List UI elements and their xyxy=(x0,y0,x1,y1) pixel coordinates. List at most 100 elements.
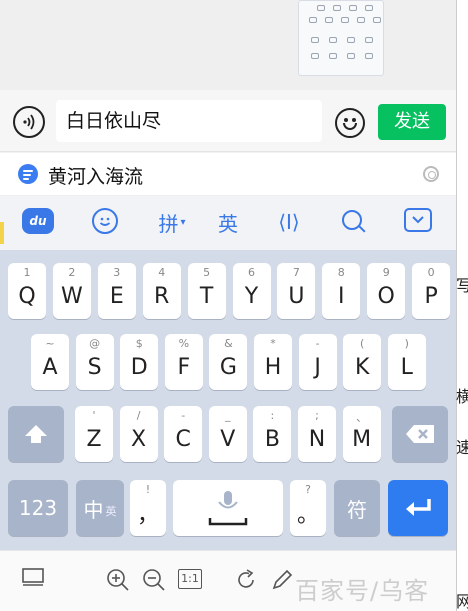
emoji-eye xyxy=(344,118,348,122)
en-small-label: 英 xyxy=(105,505,117,518)
gear-icon[interactable] xyxy=(423,166,439,182)
zh-label: 中 xyxy=(83,497,104,522)
thumb-icon xyxy=(373,17,381,23)
key-sub-label: ~ xyxy=(45,337,55,350)
emoji-eye xyxy=(352,118,356,122)
thumb-icon xyxy=(365,5,373,11)
key-x[interactable]: / X xyxy=(119,406,158,462)
key-k[interactable]: (K xyxy=(343,334,382,390)
chat-history xyxy=(0,0,456,90)
hide-keyboard-icon[interactable] xyxy=(404,208,432,232)
key-label: F xyxy=(177,354,191,380)
send-button[interactable]: 发送 xyxy=(378,104,446,140)
key-d[interactable]: $ D xyxy=(120,334,159,390)
baidu-logo-icon[interactable]: du xyxy=(22,208,54,234)
shift-key[interactable] xyxy=(8,406,64,462)
enter-key[interactable] xyxy=(388,480,448,536)
key-o[interactable]: 9O xyxy=(367,263,406,319)
key-label: W xyxy=(61,283,83,309)
key-q[interactable]: 1Q xyxy=(8,263,46,319)
key-h[interactable]: * H xyxy=(254,334,292,390)
key-label: U xyxy=(288,283,305,309)
background-char: 横 xyxy=(456,387,468,406)
key-y[interactable]: 6Y xyxy=(232,263,271,319)
thumb-icon xyxy=(347,53,355,59)
thumb-icon xyxy=(317,5,325,11)
rotate-icon[interactable] xyxy=(234,568,258,597)
key-sub-label: 5 xyxy=(203,266,211,279)
language-switch-key[interactable]: 中 英 xyxy=(76,480,124,536)
key-sub-label: % xyxy=(178,337,190,350)
thumb-icon xyxy=(347,37,355,43)
key-sub-label: : xyxy=(270,409,275,422)
key-label: R xyxy=(154,283,170,309)
key-m[interactable]: 、 M xyxy=(342,406,381,462)
thumb-icon xyxy=(365,53,373,59)
backspace-key[interactable] xyxy=(392,406,448,462)
zoom-out-icon[interactable] xyxy=(142,568,166,597)
key-i[interactable]: 8I xyxy=(322,263,361,319)
key-g[interactable]: & G xyxy=(209,334,248,390)
key-sub-label: 6 xyxy=(248,266,255,279)
key-sub-label: ' xyxy=(92,409,96,422)
thumb-icon xyxy=(309,17,317,23)
background-char: 速 xyxy=(456,438,468,457)
ai-suggestion-icon xyxy=(18,164,38,184)
voice-input-button[interactable] xyxy=(13,106,45,138)
emoji-panel-icon[interactable] xyxy=(92,208,118,234)
key-l[interactable]: ) L xyxy=(387,334,426,390)
background-char: 网 xyxy=(456,592,468,611)
message-input[interactable]: 白日依山尽 xyxy=(56,100,322,142)
key-s[interactable]: @ S xyxy=(75,334,114,390)
background-highlight xyxy=(0,222,4,244)
key-w[interactable]: 2W xyxy=(52,263,91,319)
numeric-keyboard-key[interactable]: 123 xyxy=(8,480,68,536)
key-sub-label: 1 xyxy=(23,266,31,279)
zoom-in-icon[interactable] xyxy=(106,568,130,597)
pinyin-mode-button[interactable]: 拼 ▾ xyxy=(152,208,192,236)
key-a[interactable]: ~ A xyxy=(31,334,69,390)
key-t[interactable]: 5T xyxy=(187,263,226,319)
key-f[interactable]: % F xyxy=(164,334,203,390)
key-sub-label: $ xyxy=(135,337,143,350)
key-n[interactable]: ; N xyxy=(298,406,336,462)
search-icon[interactable] xyxy=(340,208,366,234)
key-p[interactable]: 0P xyxy=(412,263,451,319)
key-e[interactable]: 3E xyxy=(97,263,136,319)
layout-icon[interactable] xyxy=(22,568,44,593)
thumb-icon xyxy=(349,5,357,11)
cursor-control-icon[interactable]: ⟨I⟩ xyxy=(275,208,303,236)
key-sub-label: ; xyxy=(315,409,319,422)
key-z[interactable]: ' Z xyxy=(75,406,113,462)
key-sub-label: - xyxy=(315,337,320,350)
thumb-icon xyxy=(333,5,341,11)
key-sub-label: - xyxy=(181,409,186,422)
key-sub-label: 9 xyxy=(382,266,390,279)
actual-size-button[interactable]: 1:1 xyxy=(178,569,202,589)
space-key[interactable] xyxy=(173,480,283,536)
thumb-icon xyxy=(341,17,349,23)
key-label: K xyxy=(354,354,370,380)
emoji-button[interactable] xyxy=(335,108,365,138)
key-label: Z xyxy=(86,426,102,452)
key-sub-label: ( xyxy=(360,337,365,350)
key-label: S xyxy=(87,354,102,380)
pencil-icon[interactable] xyxy=(270,568,294,597)
symbol-key[interactable]: 符 xyxy=(334,480,380,536)
key-v[interactable]: _ V xyxy=(208,406,247,462)
key-u[interactable]: 7U xyxy=(277,263,316,319)
key-label: J xyxy=(314,354,321,380)
key-label: P xyxy=(424,283,438,309)
key-c[interactable]: -C xyxy=(164,406,203,462)
key-b[interactable]: :B xyxy=(253,406,292,462)
image-thumbnail[interactable] xyxy=(298,0,384,76)
key-sub-label: 7 xyxy=(292,266,300,279)
suggestion-text[interactable]: 黄河入海流 xyxy=(48,162,143,189)
key-sub-label: ) xyxy=(404,337,409,350)
period-key[interactable]: ? 。 xyxy=(290,480,326,536)
english-mode-button[interactable]: 英 xyxy=(213,208,243,236)
key-j[interactable]: -J xyxy=(298,334,337,390)
comma-key[interactable]: ! ， xyxy=(130,480,166,536)
key-r[interactable]: 4R xyxy=(142,263,181,319)
key-sub-label: 、 xyxy=(356,411,368,424)
